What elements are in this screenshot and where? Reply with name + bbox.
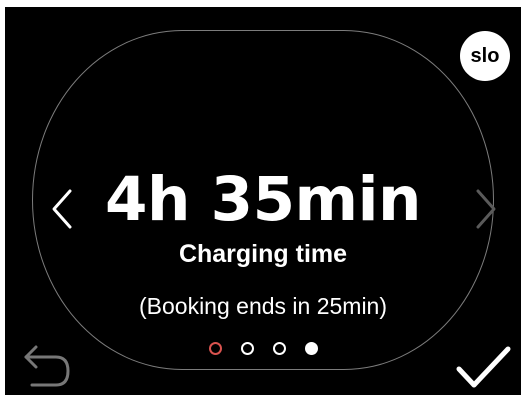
page-indicator bbox=[5, 342, 521, 356]
booking-ends-note: (Booking ends in 25min) bbox=[138, 293, 388, 319]
page-dot-1 bbox=[208, 342, 222, 355]
charging-time-label: Charging time bbox=[178, 240, 348, 268]
page-dot-4 bbox=[304, 342, 318, 355]
page-dot-2 bbox=[240, 342, 254, 355]
back-arrow-icon[interactable] bbox=[22, 343, 74, 391]
page-dot-3 bbox=[272, 342, 286, 355]
charging-time-value: 4h 35min bbox=[105, 164, 421, 235]
checkmark-icon[interactable] bbox=[454, 343, 512, 391]
language-button[interactable]: slo bbox=[460, 31, 510, 81]
language-label: slo bbox=[470, 44, 500, 67]
charger-screen: slo 4h 35min Charging time (Booking ends… bbox=[5, 7, 521, 395]
